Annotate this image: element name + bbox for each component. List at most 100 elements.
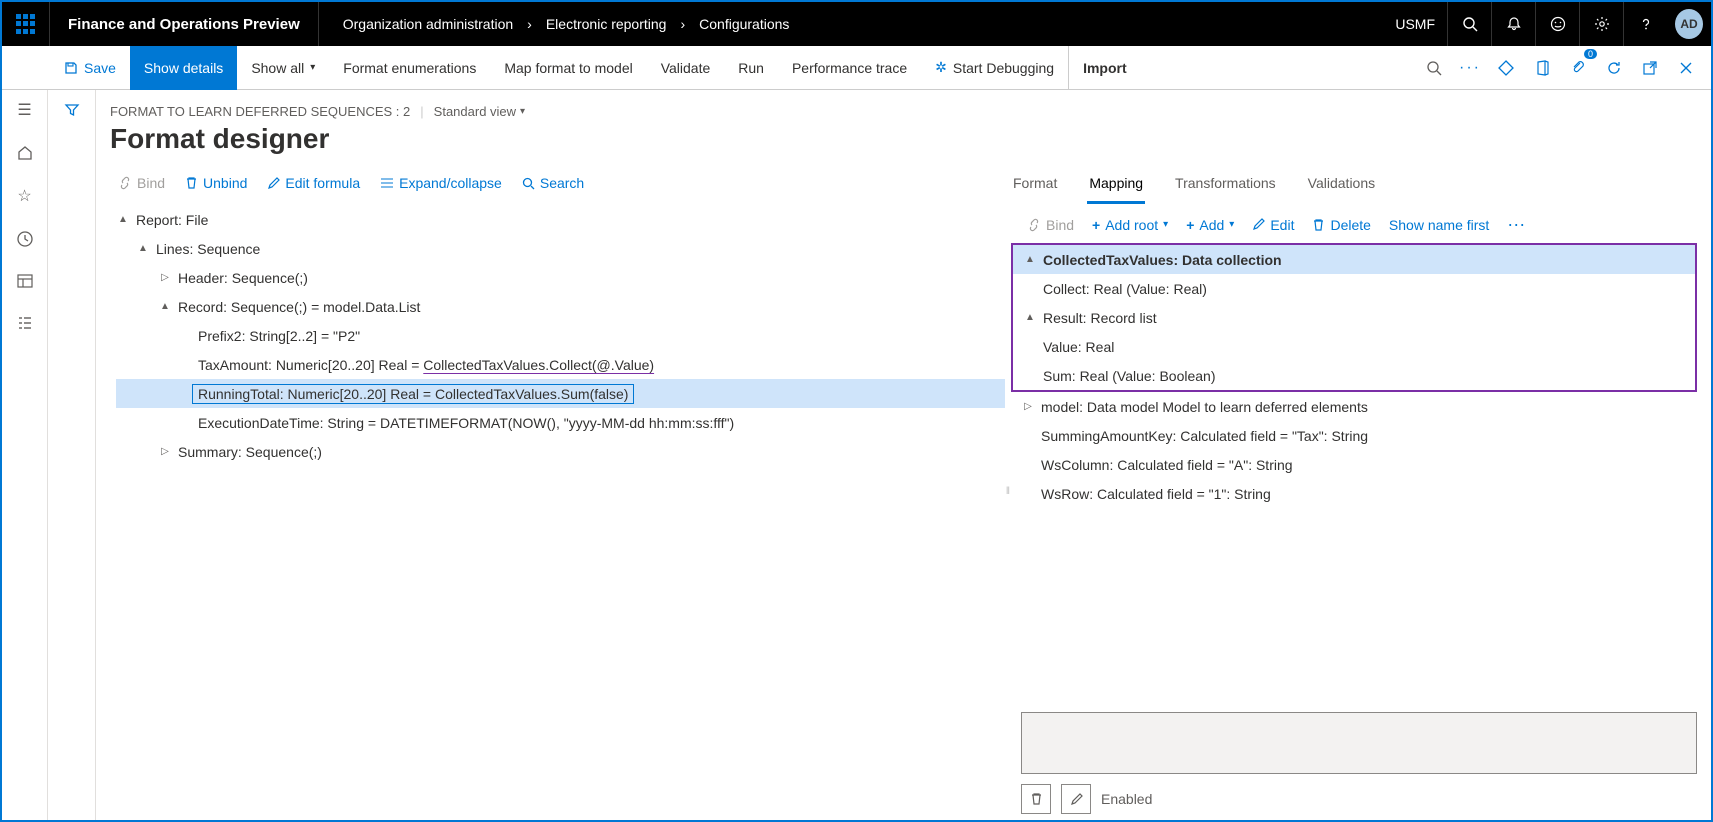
- start-debugging-button[interactable]: ✲ Start Debugging: [921, 46, 1068, 90]
- expand-icon[interactable]: ▷: [158, 272, 172, 283]
- debug-icon: ✲: [935, 59, 947, 76]
- map-format-button[interactable]: Map format to model: [490, 46, 646, 90]
- hamburger-icon[interactable]: ☰: [17, 100, 31, 120]
- map-bind-button[interactable]: Bind: [1021, 215, 1080, 235]
- map-node-sum[interactable]: Sum: Real (Value: Boolean): [1013, 361, 1695, 390]
- map-node-model[interactable]: ▷model: Data model Model to learn deferr…: [1011, 392, 1697, 421]
- tree-node-report[interactable]: ▲Report: File: [116, 205, 1005, 234]
- breadcrumb-item[interactable]: Configurations: [699, 16, 789, 32]
- help-icon[interactable]: [1623, 2, 1667, 46]
- office-icon[interactable]: [1525, 51, 1559, 85]
- show-details-button[interactable]: Show details: [130, 46, 237, 90]
- tree-node-taxamount[interactable]: TaxAmount: Numeric[20..20] Real = Collec…: [116, 350, 1005, 379]
- map-node-summingkey[interactable]: SummingAmountKey: Calculated field = "Ta…: [1011, 421, 1697, 450]
- map-add-button[interactable]: + Add ▾: [1180, 215, 1240, 235]
- popout-icon[interactable]: [1633, 51, 1667, 85]
- recent-icon[interactable]: [16, 230, 34, 248]
- start-debug-label: Start Debugging: [953, 60, 1054, 76]
- tree-node-lines[interactable]: ▲Lines: Sequence: [116, 234, 1005, 263]
- diamond-icon[interactable]: [1489, 51, 1523, 85]
- gear-icon[interactable]: [1579, 2, 1623, 46]
- collapse-icon[interactable]: ▲: [1023, 312, 1037, 323]
- more-icon[interactable]: ···: [1453, 51, 1487, 85]
- star-icon[interactable]: ☆: [17, 186, 31, 206]
- chevron-down-icon: ▾: [1163, 219, 1168, 230]
- edit-formula-button[interactable]: Edit formula: [259, 171, 368, 195]
- legal-entity[interactable]: USMF: [1383, 16, 1447, 32]
- tree-node-prefix[interactable]: Prefix2: String[2..2] = "P2": [116, 321, 1005, 350]
- tree-node-header[interactable]: ▷Header: Sequence(;): [116, 263, 1005, 292]
- smiley-icon[interactable]: [1535, 2, 1579, 46]
- brand-title: Finance and Operations Preview: [50, 2, 319, 46]
- collapse-icon[interactable]: ▲: [158, 301, 172, 312]
- home-icon[interactable]: [16, 144, 34, 162]
- save-label: Save: [84, 60, 116, 76]
- search-icon: [522, 177, 535, 190]
- validate-label: Validate: [661, 60, 711, 76]
- app-launcher-button[interactable]: [2, 2, 50, 46]
- refresh-icon[interactable]: [1597, 51, 1631, 85]
- tab-transformations[interactable]: Transformations: [1173, 169, 1278, 204]
- modules-icon[interactable]: [16, 314, 34, 332]
- expand-collapse-button[interactable]: Expand/collapse: [372, 171, 510, 195]
- tab-mapping[interactable]: Mapping: [1087, 169, 1145, 204]
- collapse-icon[interactable]: ▲: [1023, 254, 1037, 265]
- edit-detail-button[interactable]: [1061, 784, 1091, 814]
- close-icon[interactable]: [1669, 51, 1703, 85]
- breadcrumb-item[interactable]: Electronic reporting: [546, 16, 667, 32]
- delete-detail-button[interactable]: [1021, 784, 1051, 814]
- tree-node-runningtotal[interactable]: RunningTotal: Numeric[20..20] Real = Col…: [116, 379, 1005, 408]
- tab-validations[interactable]: Validations: [1306, 169, 1377, 204]
- workspace-icon[interactable]: [16, 272, 34, 290]
- chevron-down-icon: ▾: [520, 106, 525, 117]
- format-enumerations-button[interactable]: Format enumerations: [329, 46, 490, 90]
- expand-icon[interactable]: ▷: [1021, 401, 1035, 412]
- breadcrumb-item[interactable]: Organization administration: [343, 16, 513, 32]
- search-icon[interactable]: [1447, 2, 1491, 46]
- details-box[interactable]: [1021, 712, 1697, 774]
- filter-icon[interactable]: [64, 102, 80, 820]
- format-tree: ▲Report: File ▲Lines: Sequence ▷Header: …: [110, 205, 1005, 466]
- addroot-label: Add root: [1105, 217, 1158, 233]
- search-button[interactable]: Search: [514, 171, 592, 195]
- bell-icon[interactable]: [1491, 2, 1535, 46]
- view-label: Standard view: [434, 104, 516, 119]
- search-action-icon[interactable]: [1417, 51, 1451, 85]
- tree-node-record[interactable]: ▲Record: Sequence(;) = model.Data.List: [116, 292, 1005, 321]
- chevron-right-icon: ›: [527, 16, 532, 32]
- topbar: Finance and Operations Preview Organizat…: [2, 2, 1711, 46]
- tree-node-summary[interactable]: ▷Summary: Sequence(;): [116, 437, 1005, 466]
- show-name-first-button[interactable]: Show name first: [1383, 215, 1495, 235]
- user-avatar[interactable]: AD: [1675, 9, 1703, 39]
- bind-button[interactable]: Bind: [110, 171, 173, 195]
- add-label: Add: [1199, 217, 1224, 233]
- collapse-icon[interactable]: ▲: [116, 214, 130, 225]
- page-meta: FORMAT TO LEARN DEFERRED SEQUENCES : 2: [110, 104, 410, 119]
- validate-button[interactable]: Validate: [647, 46, 725, 90]
- tab-format[interactable]: Format: [1011, 169, 1059, 204]
- expand-icon[interactable]: ▷: [158, 446, 172, 457]
- map-node-collect[interactable]: Collect: Real (Value: Real): [1013, 274, 1695, 303]
- map-addroot-button[interactable]: + Add root ▾: [1086, 215, 1174, 235]
- tree-node-execdatetime[interactable]: ExecutionDateTime: String = DATETIMEFORM…: [116, 408, 1005, 437]
- collapse-icon[interactable]: ▲: [136, 243, 150, 254]
- view-selector[interactable]: Standard view ▾: [434, 104, 525, 119]
- map-edit-button[interactable]: Edit: [1246, 215, 1300, 235]
- attachments-icon[interactable]: [1561, 51, 1595, 85]
- performance-trace-button[interactable]: Performance trace: [778, 46, 921, 90]
- map-node-wsrow[interactable]: WsRow: Calculated field = "1": String: [1011, 479, 1697, 508]
- highlighted-group: ▲CollectedTaxValues: Data collection Col…: [1011, 243, 1697, 392]
- save-button[interactable]: Save: [50, 46, 130, 90]
- unbind-label: Unbind: [203, 175, 247, 191]
- show-all-button[interactable]: Show all ▾: [237, 46, 329, 90]
- map-node-collectedtax[interactable]: ▲CollectedTaxValues: Data collection: [1013, 245, 1695, 274]
- import-button[interactable]: Import: [1068, 46, 1141, 90]
- run-button[interactable]: Run: [724, 46, 778, 90]
- more-icon[interactable]: ···: [1501, 214, 1531, 235]
- map-node-result[interactable]: ▲Result: Record list: [1013, 303, 1695, 332]
- map-delete-button[interactable]: Delete: [1306, 215, 1376, 235]
- unbind-button[interactable]: Unbind: [177, 171, 255, 195]
- map-node-value[interactable]: Value: Real: [1013, 332, 1695, 361]
- list-icon: [380, 177, 394, 189]
- map-node-wscolumn[interactable]: WsColumn: Calculated field = "A": String: [1011, 450, 1697, 479]
